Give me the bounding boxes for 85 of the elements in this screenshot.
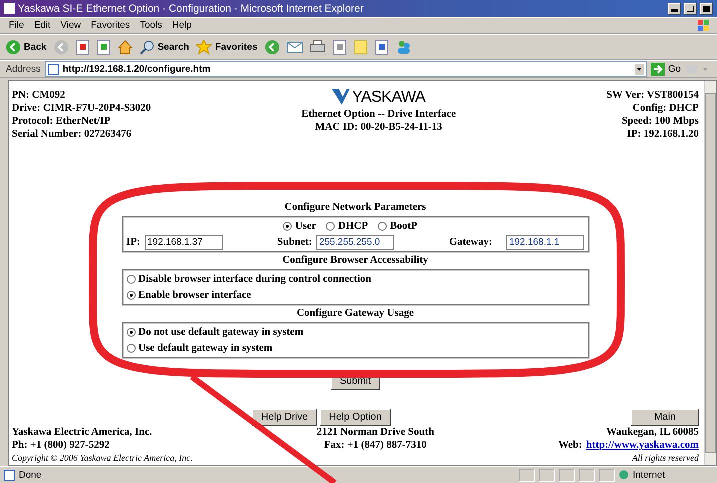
minimize-icon[interactable] [668,2,681,14]
field-label: IP: [126,237,140,248]
section-title: Configure Gateway Usage [296,307,416,321]
contact-text: Fax: +1 (847) 887-7310 [324,439,427,452]
menu-item[interactable]: Edit [31,19,54,32]
close-icon[interactable] [700,2,713,14]
logo-mark-icon [332,89,350,105]
home-icon[interactable] [118,40,133,54]
radio-button[interactable] [326,222,336,231]
contact-text: 2121 Norman Drive South [316,426,434,439]
radio-option[interactable]: User [283,219,316,234]
radio-option[interactable]: DHCP [326,219,368,234]
maximize-icon[interactable] [684,2,697,14]
radio-button[interactable] [126,344,136,353]
page-icon [4,470,15,480]
radio-option[interactable]: Use default gateway in system [126,341,574,356]
main-button[interactable]: Main [631,409,699,426]
windows-flag-icon [697,19,711,32]
status-pane [579,468,595,482]
contact-text: Yaskawa Electric America, Inc. [12,426,152,439]
menu-item[interactable]: Tools [137,19,166,32]
print-icon[interactable] [310,40,326,54]
ip-input[interactable]: 255.255.255.0 [316,235,394,250]
contact-text: Waukegan, IL 60085 [606,426,699,439]
mail-icon[interactable] [286,40,303,54]
info-text: Drive: CIMR-F7U-20P4-S3020 [12,102,152,115]
logo-text: YASKAWA [352,90,426,104]
dropdown-icon[interactable] [635,64,644,74]
globe-icon [619,470,629,480]
info-text: Speed: 100 Mbps [622,115,699,128]
radio-button[interactable] [126,328,136,337]
url-text: http://192.168.1.20/configure.htm [62,64,211,74]
info-text: IP: 192.168.1.20 [627,128,699,141]
stop-icon[interactable] [76,40,90,54]
status-pane [519,468,535,482]
info-text: PN: CM092 [12,89,66,102]
radio-option[interactable]: BootP [378,219,418,234]
radio-button[interactable] [283,222,292,231]
address-field[interactable]: http://192.168.1.20/configure.htm [44,61,648,77]
back-button[interactable]: Back [6,40,47,54]
status-pane [599,468,615,482]
section-title: Configure Network Parameters [284,201,428,215]
zone-text: Internet [633,470,666,480]
help-button[interactable]: Help Drive [252,409,318,426]
status-pane [559,468,575,482]
favorites-button[interactable]: Favorites [196,40,258,54]
radio-option[interactable]: Do not use default gateway in system [126,325,574,340]
radio-option[interactable]: Enable browser interface [126,288,574,303]
radio-button[interactable] [126,291,136,300]
web-label: Web: [558,439,582,452]
status-text: Done [19,470,42,480]
search-button[interactable]: Search [140,40,190,54]
address-label: Address [6,64,41,74]
go-arrow-icon [651,62,666,76]
radio-button[interactable] [126,275,136,284]
star-icon [196,40,212,54]
contact-text: Ph: +1 (800) 927-5292 [12,439,110,452]
status-pane [539,468,555,482]
info-text: Protocol: EtherNet/IP [12,115,111,128]
menu-item[interactable]: View [58,19,84,32]
info-text: Config: DHCP [632,102,699,115]
menu-item[interactable]: File [6,19,28,32]
radio-button[interactable] [378,222,388,231]
ip-input[interactable]: 192.168.1.37 [144,235,222,250]
info-text: SW Ver: VST800154 [606,89,699,102]
help-button[interactable]: Help Option [320,409,391,426]
search-icon [140,40,155,54]
field-label: Subnet: [277,237,312,248]
section-title: Configure Browser Accessability [282,254,430,268]
website-link[interactable]: http://www.yaskawa.com [586,439,699,452]
go-button[interactable]: Go [651,62,681,76]
window-title: Yaskawa SI-E Ethernet Option - Configuration - Microsoft Internet Explorer [18,2,365,14]
info-text: Serial Number: 027263476 [12,128,132,141]
scrollbar[interactable] [704,81,716,465]
rights-text: All rights reserved [632,452,699,465]
menu-item[interactable]: Favorites [88,19,134,32]
ip-input[interactable]: 192.168.1.1 [506,235,584,250]
radio-option[interactable]: Disable browser interface during control connection [126,272,574,287]
copyright-text: Copyright © 2006 Yaskawa Electric America, Inc. [12,452,193,465]
info-text: Ethernet Option -- Drive Interface [302,108,456,121]
field-label: Gateway: [449,237,492,248]
info-text: MAC ID: 00-20-B5-24-11-13 [315,121,442,134]
menu-item[interactable]: Help [169,19,195,32]
page-icon [48,64,59,74]
browser-icon [4,3,15,14]
